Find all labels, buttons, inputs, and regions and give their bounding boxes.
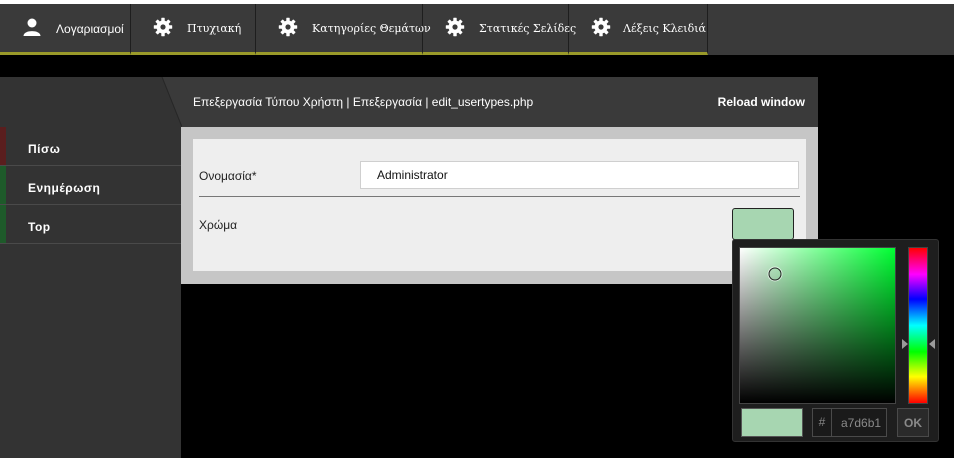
gear-icon: [591, 17, 611, 37]
sidebar-item-top[interactable]: Top: [0, 205, 181, 244]
user-icon: [23, 18, 41, 36]
color-preview: [741, 408, 803, 437]
hue-slider[interactable]: [908, 247, 928, 404]
nav-item-thesis[interactable]: Πτυχιακή: [131, 4, 256, 55]
sidebar-item-accent: [0, 205, 6, 243]
sidebar-item-label: Ενημέρωση: [28, 181, 101, 195]
color-ok-button[interactable]: OK: [897, 408, 929, 437]
nav-item-label: Πτυχιακή: [187, 22, 242, 35]
name-field-label: Ονομασία*: [199, 169, 257, 183]
sidebar-item-accent: [0, 166, 6, 204]
nav-item-label: Κατηγορίες Θεμάτων: [312, 22, 431, 35]
nav-item-label: Λογαριασμοί: [56, 22, 124, 36]
hex-input[interactable]: [833, 409, 886, 436]
hash-label: #: [813, 409, 832, 436]
saturation-value-area[interactable]: [739, 247, 896, 404]
saturation-black-layer: [740, 248, 895, 403]
name-field[interactable]: [360, 161, 799, 189]
sidebar: Πίσω Ενημέρωση Top: [0, 127, 181, 458]
form-panel: [193, 139, 806, 271]
sidebar-item-update[interactable]: Ενημέρωση: [0, 166, 181, 205]
reload-window-button[interactable]: Reload window: [718, 95, 805, 109]
header-divider: [0, 77, 182, 127]
sidebar-item-back[interactable]: Πίσω: [0, 127, 181, 166]
nav-item-static-pages[interactable]: Στατικές Σελίδες: [423, 4, 576, 55]
nav-item-label: Στατικές Σελίδες: [479, 22, 577, 35]
form-divider: [199, 196, 800, 197]
color-field-label: Χρώμα: [199, 218, 238, 232]
color-picker-handle[interactable]: [768, 267, 782, 281]
gear-icon: [153, 17, 173, 37]
color-swatch-button[interactable]: [732, 208, 794, 240]
nav-item-topic-categories[interactable]: Κατηγορίες Θεμάτων: [256, 4, 431, 55]
hue-slider-left-arrow-icon[interactable]: [902, 339, 908, 349]
nav-item-label: Λέξεις Κλειδιά: [623, 22, 706, 35]
hue-slider-right-arrow-icon[interactable]: [929, 339, 935, 349]
sidebar-item-accent: [0, 127, 6, 165]
gear-icon: [278, 17, 298, 37]
nav-item-keywords[interactable]: Λέξεις Κλειδιά: [569, 4, 708, 55]
gear-icon: [445, 17, 465, 37]
nav-item-accounts[interactable]: Λογαριασμοί: [0, 4, 131, 55]
window-title: Επεξεργασία Τύπου Χρήστη | Επεξεργασία |…: [193, 95, 534, 109]
sidebar-item-label: Top: [28, 220, 51, 234]
sidebar-item-label: Πίσω: [28, 142, 61, 156]
hex-input-group: #: [812, 408, 887, 437]
